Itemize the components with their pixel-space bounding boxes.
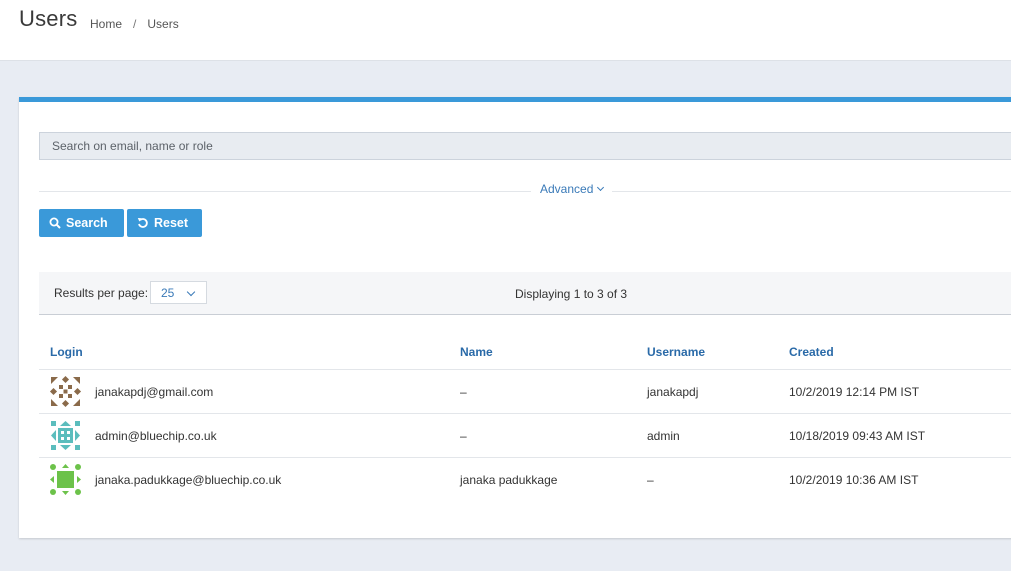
avatar bbox=[51, 421, 80, 450]
results-per-page-select[interactable]: 25 bbox=[150, 281, 207, 304]
cell-created: 10/2/2019 10:36 AM IST bbox=[789, 473, 919, 487]
cell-username: admin bbox=[647, 429, 680, 443]
cell-created: 10/18/2019 09:43 AM IST bbox=[789, 429, 926, 443]
advanced-toggle[interactable]: Advanced bbox=[531, 182, 613, 196]
cell-username: – bbox=[647, 473, 654, 487]
search-button[interactable]: Search bbox=[39, 209, 124, 237]
column-header-username[interactable]: Username bbox=[647, 345, 705, 359]
chevron-down-icon bbox=[597, 183, 605, 192]
users-panel: Advanced Search Reset Results per page: … bbox=[19, 97, 1011, 538]
cell-username: janakapdj bbox=[647, 385, 699, 399]
table-header: Login Name Username Created bbox=[39, 334, 1011, 370]
avatar bbox=[49, 375, 82, 408]
breadcrumb-separator: / bbox=[133, 17, 137, 31]
avatar bbox=[50, 464, 81, 495]
cell-login[interactable]: janakapdj@gmail.com bbox=[95, 385, 213, 399]
breadcrumb-users: Users bbox=[147, 17, 179, 31]
cell-name: – bbox=[460, 385, 467, 399]
page-title: Users bbox=[19, 6, 78, 31]
undo-icon bbox=[137, 218, 148, 228]
cell-name: janaka padukkage bbox=[460, 473, 558, 487]
displaying-count: Displaying 1 to 3 of 3 bbox=[515, 287, 628, 301]
chevron-down-icon bbox=[186, 287, 196, 297]
cell-login[interactable]: admin@bluechip.co.uk bbox=[95, 429, 217, 443]
advanced-divider bbox=[39, 191, 1011, 192]
pager-bar: Results per page: 25 Displaying 1 to 3 o… bbox=[39, 272, 1011, 315]
results-per-page-label: Results per page: bbox=[54, 286, 149, 300]
reset-button-label: Reset bbox=[154, 216, 189, 230]
table-row[interactable]: admin@bluechip.co.uk – admin 10/18/2019 … bbox=[39, 414, 1011, 458]
column-header-name[interactable]: Name bbox=[460, 345, 493, 359]
search-input[interactable] bbox=[39, 132, 1011, 160]
table-row[interactable]: janaka.padukkage@bluechip.co.uk janaka p… bbox=[39, 458, 1011, 501]
cell-created: 10/2/2019 12:14 PM IST bbox=[789, 385, 920, 399]
search-icon bbox=[49, 217, 61, 229]
top-header: Users Home / Users bbox=[0, 0, 1011, 61]
cell-login[interactable]: janaka.padukkage@bluechip.co.uk bbox=[95, 473, 281, 487]
users-table: Login Name Username Created janakapdj@gm… bbox=[39, 334, 1011, 501]
breadcrumb-home[interactable]: Home bbox=[90, 17, 122, 31]
advanced-label: Advanced bbox=[540, 182, 594, 196]
search-button-label: Search bbox=[66, 216, 108, 230]
reset-button[interactable]: Reset bbox=[127, 209, 202, 237]
table-row[interactable]: janakapdj@gmail.com – janakapdj 10/2/201… bbox=[39, 370, 1011, 414]
breadcrumb: Home / Users bbox=[90, 17, 179, 31]
results-per-page-value: 25 bbox=[161, 285, 175, 300]
column-header-created[interactable]: Created bbox=[789, 345, 834, 359]
cell-name: – bbox=[460, 429, 467, 443]
column-header-login[interactable]: Login bbox=[50, 345, 83, 359]
